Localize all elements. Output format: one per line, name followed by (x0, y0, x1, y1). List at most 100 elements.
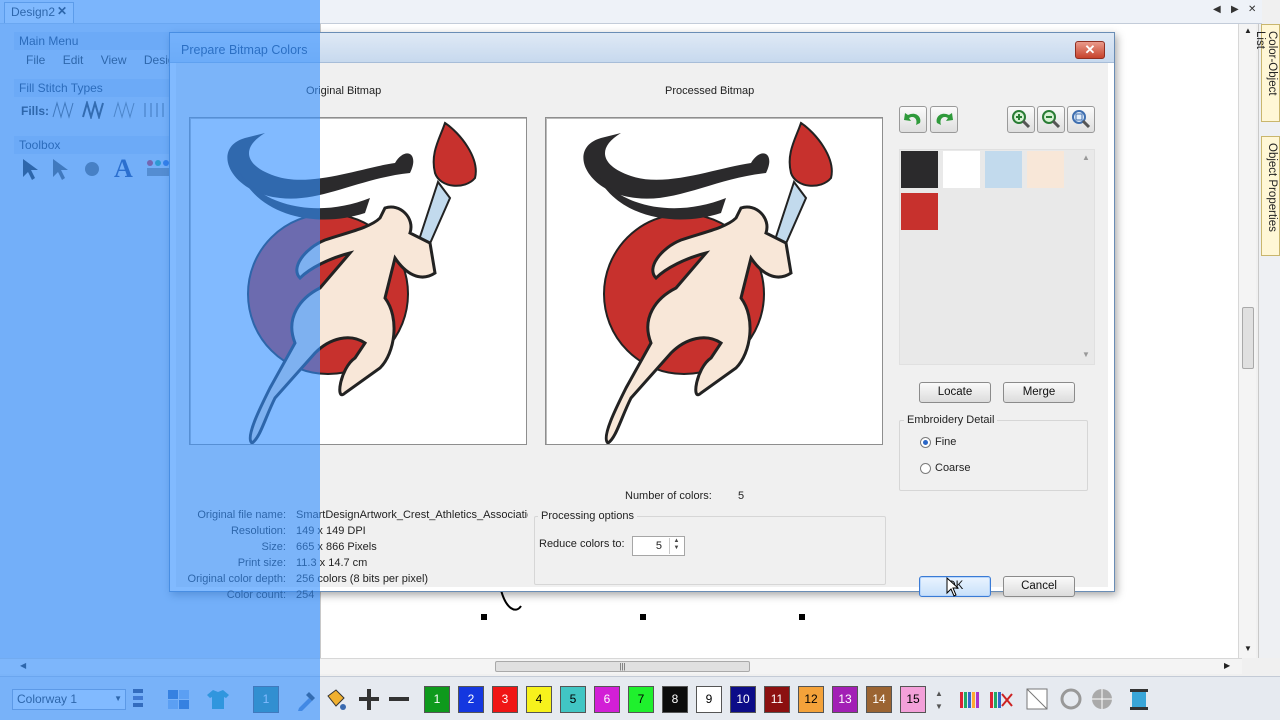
coarse-radio[interactable] (920, 463, 931, 474)
thread-color-button[interactable]: 9 (696, 686, 722, 713)
tab-object-properties[interactable]: Object Properties (1261, 136, 1280, 256)
horizontal-scrollbar[interactable]: ◀ ||| ▶ (0, 658, 1242, 674)
color-swatch[interactable] (943, 151, 980, 188)
color-swatch-list[interactable]: ▲ ▼ (899, 149, 1095, 365)
document-tab[interactable]: Design2 ✕ (4, 2, 74, 23)
swatch-scroll-up-icon[interactable]: ▲ (1082, 153, 1090, 162)
people-tool-icon[interactable] (144, 156, 172, 182)
menu-file[interactable]: File (26, 53, 45, 67)
color-swatch[interactable] (985, 151, 1022, 188)
stepper-arrows-icon[interactable]: ▲ ▼ (669, 538, 683, 554)
thread-remove-icon[interactable] (988, 686, 1014, 713)
thread-color-button[interactable]: 13 (832, 686, 858, 713)
scroll-left-icon[interactable]: ◀ (20, 661, 26, 670)
thread-color-button[interactable]: 2 (458, 686, 484, 713)
no-thread-icon[interactable] (1024, 686, 1050, 713)
text-tool-icon[interactable]: A (114, 154, 142, 183)
main-menu-bar: File Edit View Desig (26, 53, 189, 67)
thread-color-button[interactable]: 7 (628, 686, 654, 713)
dialog-close-icon[interactable]: ✕ (1075, 41, 1105, 59)
selection-handle[interactable] (481, 614, 487, 620)
vertical-scroll-thumb[interactable] (1242, 307, 1254, 369)
color-swatch[interactable] (1027, 151, 1064, 188)
file-name-label: Original file name: (197, 509, 286, 521)
scroll-down-icon[interactable]: ▼ (1244, 644, 1252, 653)
toolbox-header: Toolbox (14, 136, 189, 154)
selection-handle[interactable] (640, 614, 646, 620)
add-color-icon[interactable] (356, 686, 382, 713)
fill-stitch-4-icon[interactable] (143, 101, 167, 119)
color-count-label: Color count: (226, 589, 286, 601)
scroll-up-icon[interactable]: ▲ (1244, 26, 1252, 35)
eyedropper-icon[interactable] (293, 686, 319, 713)
colorway-bars-icon[interactable] (131, 686, 145, 713)
cancel-button[interactable]: Cancel (1003, 576, 1075, 597)
thread-color-button[interactable]: 11 (764, 686, 790, 713)
tab-close-icon[interactable]: ✕ (57, 4, 67, 18)
active-color-button[interactable]: 1 (253, 686, 279, 713)
right-dock: Color-Object List Object Properties (1254, 24, 1280, 658)
spool-icon[interactable] (1126, 686, 1152, 713)
fill-stitch-buttons (52, 101, 170, 122)
zoom-out-icon[interactable] (1037, 106, 1065, 133)
shirt-icon[interactable] (206, 686, 232, 713)
globe-icon[interactable] (1089, 686, 1115, 713)
colorway-select[interactable]: Colorway 1 ▼ (12, 689, 126, 710)
thread-color-button[interactable]: 6 (594, 686, 620, 713)
merge-button[interactable]: Merge (1003, 382, 1075, 403)
palette-scroll-icon[interactable]: ▲ ▼ (935, 687, 943, 713)
coarse-label: Coarse (935, 462, 971, 474)
grid-icon[interactable] (166, 686, 192, 713)
processed-bitmap-preview (545, 117, 883, 445)
tab-left-arrow-icon[interactable]: ◀ (1213, 4, 1221, 15)
redo-icon[interactable] (930, 106, 958, 133)
thread-color-button[interactable]: 15 (900, 686, 926, 713)
chevron-down-icon: ▼ (114, 694, 122, 703)
fill-stitch-3-icon[interactable] (113, 101, 137, 119)
reduce-colors-stepper[interactable]: 5 ▲ ▼ (632, 536, 685, 556)
thread-color-button[interactable]: 12 (798, 686, 824, 713)
tab-bar-close-icon[interactable]: ✕ (1248, 4, 1256, 15)
thread-color-button[interactable]: 3 (492, 686, 518, 713)
fill-stitch-2-icon[interactable] (82, 101, 106, 119)
fine-radio[interactable] (920, 437, 931, 448)
thread-color-button[interactable]: 1 (424, 686, 450, 713)
thread-chart-icon[interactable] (958, 686, 984, 713)
menu-edit[interactable]: Edit (63, 53, 84, 67)
thread-color-button[interactable]: 4 (526, 686, 552, 713)
scroll-right-icon[interactable]: ▶ (1224, 661, 1230, 670)
print-size-label: Print size: (237, 557, 286, 569)
ring-icon[interactable] (1058, 686, 1084, 713)
tab-right-arrow-icon[interactable]: ▶ (1231, 4, 1239, 15)
paint-bucket-icon[interactable] (322, 686, 348, 713)
locate-button[interactable]: Locate (919, 382, 991, 403)
thread-color-button[interactable]: 10 (730, 686, 756, 713)
number-of-colors-label: Number of colors: (625, 490, 712, 502)
swatch-scroll-down-icon[interactable]: ▼ (1082, 350, 1090, 359)
select-arrow-icon[interactable] (18, 156, 46, 182)
undo-icon[interactable] (899, 106, 927, 133)
fill-stitch-header: Fill Stitch Types (14, 79, 189, 97)
menu-view[interactable]: View (101, 53, 127, 67)
resolution-value: 149 x 149 DPI (296, 525, 366, 537)
dialog-titlebar[interactable]: Prepare Bitmap Colors ✕ (170, 33, 1114, 63)
color-swatch[interactable] (901, 193, 938, 230)
fill-stitch-1-icon[interactable] (52, 101, 76, 119)
original-bitmap-caption: Original Bitmap (306, 85, 382, 97)
color-swatch[interactable] (901, 151, 938, 188)
vertical-scrollbar[interactable]: ▲ ▼ (1238, 24, 1256, 658)
zoom-in-icon[interactable] (1007, 106, 1035, 133)
zoom-fit-icon[interactable] (1067, 106, 1095, 133)
selection-handle[interactable] (799, 614, 805, 620)
ball-tool-icon[interactable] (80, 156, 108, 182)
color-count-value: 254 (296, 589, 315, 601)
document-tab-bar: Design2 ✕ ◀ ▶ ✕ (0, 0, 1262, 24)
thread-color-button[interactable]: 8 (662, 686, 688, 713)
tab-color-object-list[interactable]: Color-Object List (1254, 24, 1280, 122)
reshape-arrow-icon[interactable] (48, 156, 76, 182)
thread-color-button[interactable]: 5 (560, 686, 586, 713)
horizontal-scroll-thumb[interactable]: ||| (495, 661, 750, 672)
remove-color-icon[interactable] (386, 686, 412, 713)
reduce-colors-value: 5 (655, 540, 662, 552)
thread-color-button[interactable]: 14 (866, 686, 892, 713)
